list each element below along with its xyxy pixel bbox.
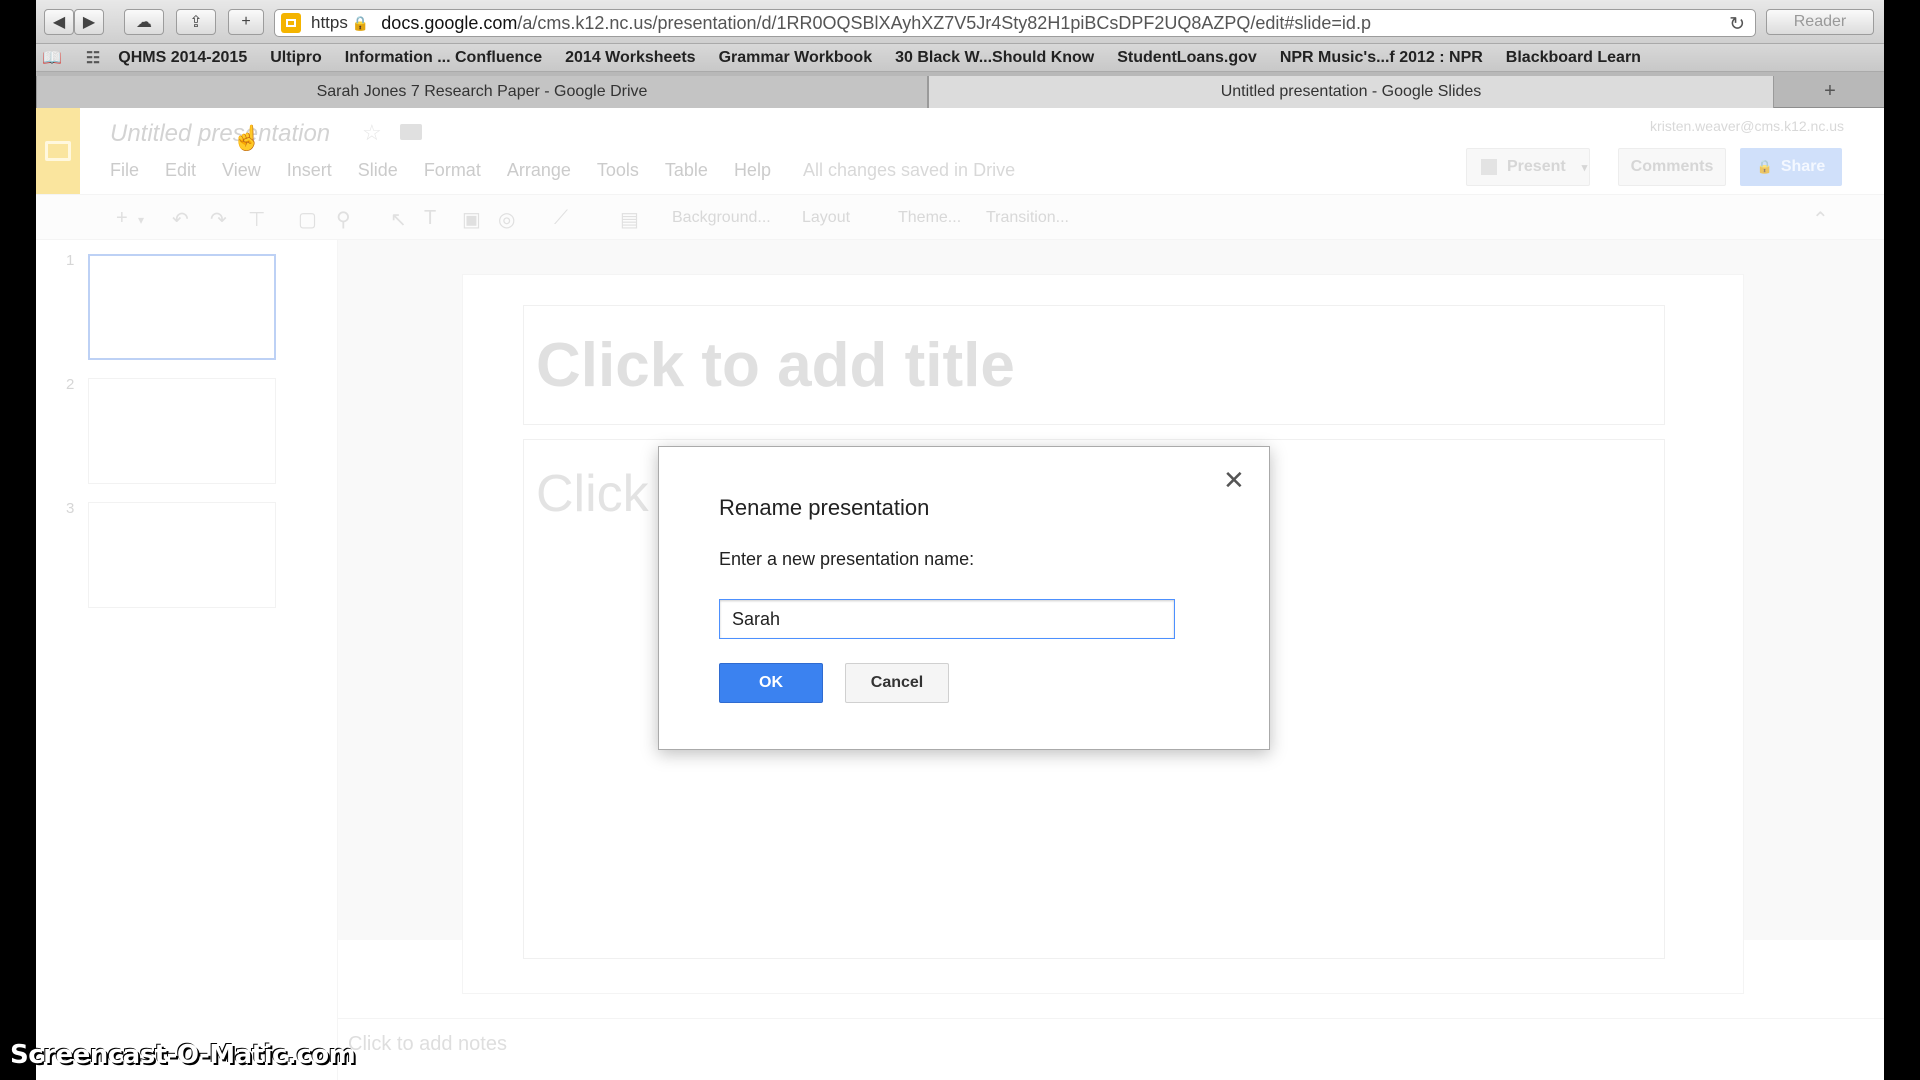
browser-toolbar: ◀ ▶ ☁ ⇪ + https 🔒 docs.google.com /a/cms…: [36, 0, 1884, 44]
url-domain: docs.google.com: [381, 12, 518, 33]
bookmark-item[interactable]: Information ... Confluence: [345, 49, 542, 67]
grid-icon[interactable]: ☷: [86, 48, 100, 68]
rename-dialog: ✕ Rename presentation Enter a new presen…: [658, 446, 1270, 750]
bookmark-item[interactable]: NPR Music's...f 2012 : NPR: [1280, 49, 1483, 67]
bookmark-item[interactable]: 30 Black W...Should Know: [895, 49, 1094, 67]
google-slides-app: Untitled presentation ☆ kristen.weaver@c…: [36, 108, 1884, 1080]
bookmark-item[interactable]: QHMS 2014-2015: [118, 49, 247, 67]
url-scheme: https: [311, 13, 348, 32]
forward-icon: ▶: [82, 14, 96, 31]
cancel-label: Cancel: [870, 674, 924, 691]
tab-google-slides[interactable]: Untitled presentation - Google Slides: [928, 76, 1774, 108]
reader-label: Reader: [1793, 13, 1847, 30]
address-bar[interactable]: https 🔒 docs.google.com /a/cms.k12.nc.us…: [274, 9, 1756, 37]
browser-window: ◀ ▶ ☁ ⇪ + https 🔒 docs.google.com /a/cms…: [36, 0, 1884, 1080]
bookmark-item[interactable]: Blackboard Learn: [1506, 49, 1641, 67]
close-icon[interactable]: ✕: [1223, 467, 1245, 493]
bookmarks-bar: 📖 ☷ QHMS 2014-2015 Ultipro Information .…: [36, 44, 1884, 72]
forward-button[interactable]: ▶: [74, 9, 104, 35]
back-icon: ◀: [52, 14, 66, 31]
share-arrow-icon: ⇪: [189, 14, 203, 31]
tab-research-paper[interactable]: Sarah Jones 7 Research Paper - Google Dr…: [36, 76, 928, 108]
reader-button[interactable]: Reader: [1766, 9, 1874, 35]
bookmark-item[interactable]: Ultipro: [270, 49, 322, 67]
url-path: /a/cms.k12.nc.us/presentation/d/1RR0OQSB…: [517, 12, 1371, 33]
slides-favicon-icon: [281, 13, 301, 33]
bookmark-item[interactable]: 2014 Worksheets: [565, 49, 695, 67]
hand-cursor-icon: ☝: [232, 125, 262, 152]
open-book-icon[interactable]: 📖: [42, 48, 62, 68]
dialog-title: Rename presentation: [719, 495, 930, 520]
tab-label: Sarah Jones 7 Research Paper - Google Dr…: [316, 83, 648, 100]
dialog-prompt: Enter a new presentation name:: [719, 549, 975, 569]
lock-icon: 🔒: [351, 14, 370, 31]
plus-icon: +: [241, 13, 251, 30]
new-tab-button[interactable]: +: [1810, 78, 1850, 104]
watermark: Screencast-O-Matic.com: [10, 1040, 356, 1070]
tab-label: Untitled presentation - Google Slides: [1220, 83, 1482, 100]
share-page-button[interactable]: ⇪: [176, 9, 216, 35]
add-bookmark-button[interactable]: +: [228, 9, 264, 35]
back-button[interactable]: ◀: [44, 9, 74, 35]
reload-icon[interactable]: ↻: [1729, 13, 1745, 36]
cloud-icon: ☁: [136, 14, 152, 31]
bookmark-item[interactable]: StudentLoans.gov: [1117, 49, 1257, 67]
ok-button[interactable]: OK: [719, 663, 823, 703]
plus-icon: +: [1824, 79, 1836, 102]
tab-bar: Sarah Jones 7 Research Paper - Google Dr…: [36, 72, 1884, 108]
presentation-name-input[interactable]: [719, 599, 1175, 639]
icloud-tabs-button[interactable]: ☁: [124, 9, 164, 35]
ok-label: OK: [759, 674, 783, 691]
bookmark-item[interactable]: Grammar Workbook: [719, 49, 873, 67]
cancel-button[interactable]: Cancel: [845, 663, 949, 703]
